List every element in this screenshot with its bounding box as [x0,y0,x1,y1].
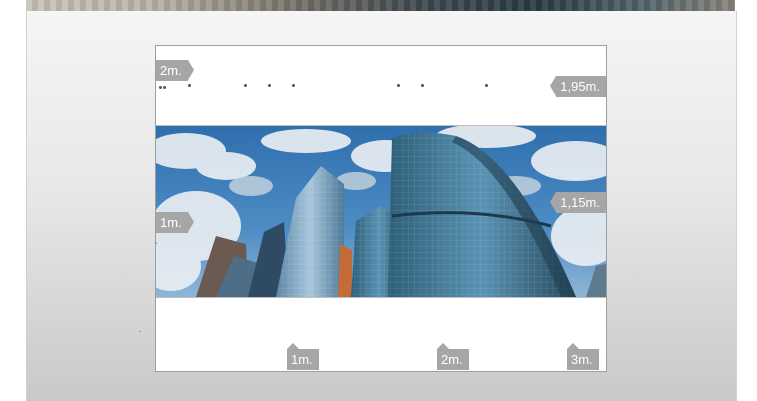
width-marker-1m-label: 1m. [291,352,313,367]
skyscraper-illustration [156,126,606,297]
ruler-dot [188,84,191,87]
height-marker-1m: 1m. [156,212,194,233]
height-marker-1-15m-label: 1,15m. [560,195,600,210]
ruler-dot [159,86,162,89]
wall-measurement-card: 2m. 1,95m. 1m. 1,15m. 1m. 2m. 3m. [155,45,607,372]
width-marker-2m-label: 2m. [441,352,463,367]
ruler-dot [244,84,247,87]
height-marker-1-95m: 1,95m. [550,76,606,97]
top-photo-strip [26,0,735,11]
ruler-dot [268,84,271,87]
width-marker-2m: 2m. [437,343,469,370]
width-marker-3m: 3m. [567,343,599,370]
ruler-dot [485,84,488,87]
skyscraper-photo [156,125,606,298]
ruler-dot [421,84,424,87]
height-marker-2m-label: 2m. [160,63,182,78]
ruler-dot [163,86,166,89]
height-marker-1m-label: 1m. [160,215,182,230]
height-marker-1-15m: 1,15m. [550,192,606,213]
height-marker-1-95m-label: 1,95m. [560,79,600,94]
width-marker-1m: 1m. [287,343,319,370]
width-marker-3m-label: 3m. [571,352,593,367]
ruler-dot [292,84,295,87]
height-marker-2m: 2m. [156,60,194,81]
ruler-dot [397,84,400,87]
panel-speck [139,331,141,332]
